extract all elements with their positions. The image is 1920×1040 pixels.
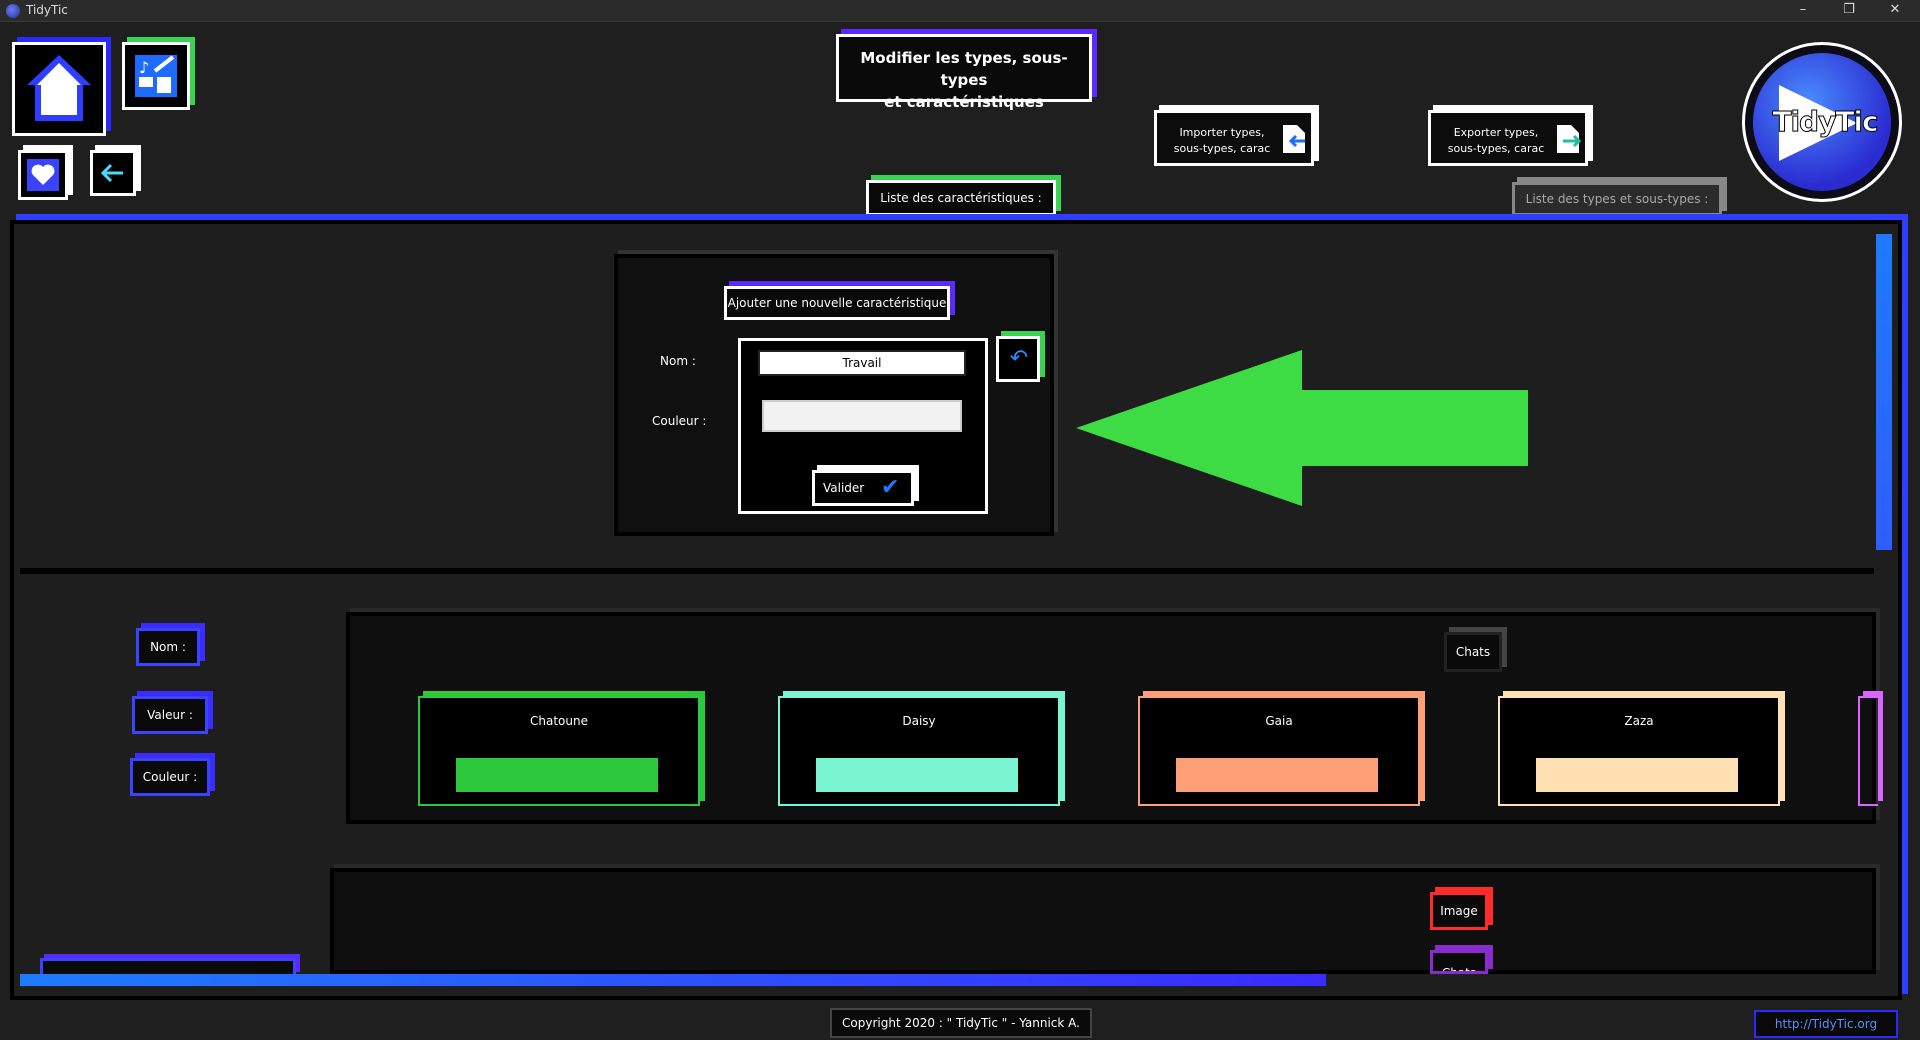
tab-types[interactable]: Liste des types et sous-types : bbox=[1512, 182, 1722, 216]
horizontal-scrollbar[interactable] bbox=[20, 974, 1326, 986]
import-file-icon bbox=[1283, 125, 1305, 153]
characteristic-card[interactable]: Daisy bbox=[778, 696, 1060, 806]
arrow-left-icon bbox=[100, 163, 123, 183]
legend-value: Valeur : bbox=[132, 696, 208, 734]
export-button[interactable]: Exporter types, sous-types, carac bbox=[1428, 110, 1588, 166]
undo-icon: ↶ bbox=[1009, 346, 1029, 371]
card-name: Daisy bbox=[902, 714, 936, 728]
characteristic-card[interactable]: Chatoune bbox=[418, 696, 700, 806]
export-file-icon bbox=[1557, 125, 1582, 153]
import-label-line2: sous-types, carac bbox=[1173, 142, 1271, 155]
media-library-button[interactable]: ♪ bbox=[122, 42, 190, 110]
color-input[interactable] bbox=[762, 400, 962, 432]
characteristic-card-partial[interactable] bbox=[1858, 696, 1878, 806]
window-title-bar: TidyTic – ❐ ✕ bbox=[0, 0, 1920, 22]
card-color-swatch bbox=[1176, 758, 1378, 792]
characteristic-card[interactable]: Zaza bbox=[1498, 696, 1780, 806]
export-label-line1: Exporter types, bbox=[1453, 126, 1539, 139]
back-button[interactable] bbox=[90, 150, 136, 196]
home-icon bbox=[27, 55, 91, 121]
undo-button[interactable]: ↶ bbox=[996, 336, 1040, 382]
validate-button[interactable]: Valider ✔ bbox=[812, 470, 914, 506]
export-label-line2: sous-types, carac bbox=[1447, 142, 1545, 155]
export-label: Exporter types, sous-types, carac bbox=[1441, 125, 1551, 157]
legend-name: Nom : bbox=[136, 628, 200, 666]
add-characteristic-title: Ajouter une nouvelle caractéristique bbox=[724, 286, 950, 320]
group-second bbox=[330, 868, 1876, 974]
color-label: Couleur : bbox=[652, 414, 707, 428]
legend-color: Couleur : bbox=[130, 758, 210, 796]
tag-image[interactable]: Image bbox=[1430, 892, 1488, 930]
page-title-line1: Modifier les types, sous-types bbox=[860, 49, 1068, 89]
card-name: Chatoune bbox=[530, 714, 588, 728]
card-name: Zaza bbox=[1624, 714, 1654, 728]
copyright-text: Copyright 2020 : " TidyTic " - Yannick A… bbox=[830, 1008, 1092, 1038]
maximize-button[interactable]: ❐ bbox=[1826, 0, 1872, 22]
close-button[interactable]: ✕ bbox=[1872, 0, 1918, 22]
logo-text: TidyTic bbox=[1772, 105, 1879, 139]
characteristic-card[interactable]: Gaia bbox=[1138, 696, 1420, 806]
group-label-chats[interactable]: Chats bbox=[1444, 632, 1502, 672]
import-label: Importer types, sous-types, carac bbox=[1167, 125, 1277, 157]
vertical-scrollbar[interactable] bbox=[1876, 234, 1892, 550]
validate-label: Valider bbox=[823, 481, 865, 495]
media-icon: ♪ bbox=[135, 55, 177, 97]
tab-characteristics[interactable]: Liste des caractéristiques : bbox=[866, 180, 1056, 216]
website-link[interactable]: http://TidyTic.org bbox=[1754, 1010, 1898, 1038]
heart-icon bbox=[27, 159, 59, 191]
card-color-swatch bbox=[1536, 758, 1738, 792]
minimize-button[interactable]: – bbox=[1780, 0, 1826, 22]
tag-chats[interactable]: Chats bbox=[1430, 950, 1488, 974]
tidytic-logo: TidyTic bbox=[1742, 42, 1902, 202]
page-title-line2: et caractéristiques bbox=[884, 93, 1044, 111]
name-label: Nom : bbox=[660, 354, 696, 368]
section-divider bbox=[20, 568, 1874, 574]
name-input[interactable]: Travail bbox=[758, 350, 966, 376]
import-button[interactable]: Importer types, sous-types, carac bbox=[1154, 110, 1314, 166]
svg-text:♪: ♪ bbox=[139, 58, 149, 77]
card-color-swatch bbox=[816, 758, 1018, 792]
page-title: Modifier les types, sous-types et caract… bbox=[836, 34, 1092, 111]
favorites-button[interactable] bbox=[18, 150, 68, 200]
card-color-swatch bbox=[456, 758, 658, 792]
checkmark-icon: ✔ bbox=[881, 475, 900, 500]
import-label-line1: Importer types, bbox=[1179, 126, 1265, 139]
window-title: TidyTic bbox=[26, 3, 68, 17]
highlight-arrow-icon bbox=[1076, 350, 1528, 506]
home-button[interactable] bbox=[12, 42, 106, 136]
app-icon bbox=[6, 4, 20, 18]
card-name: Gaia bbox=[1265, 714, 1293, 728]
